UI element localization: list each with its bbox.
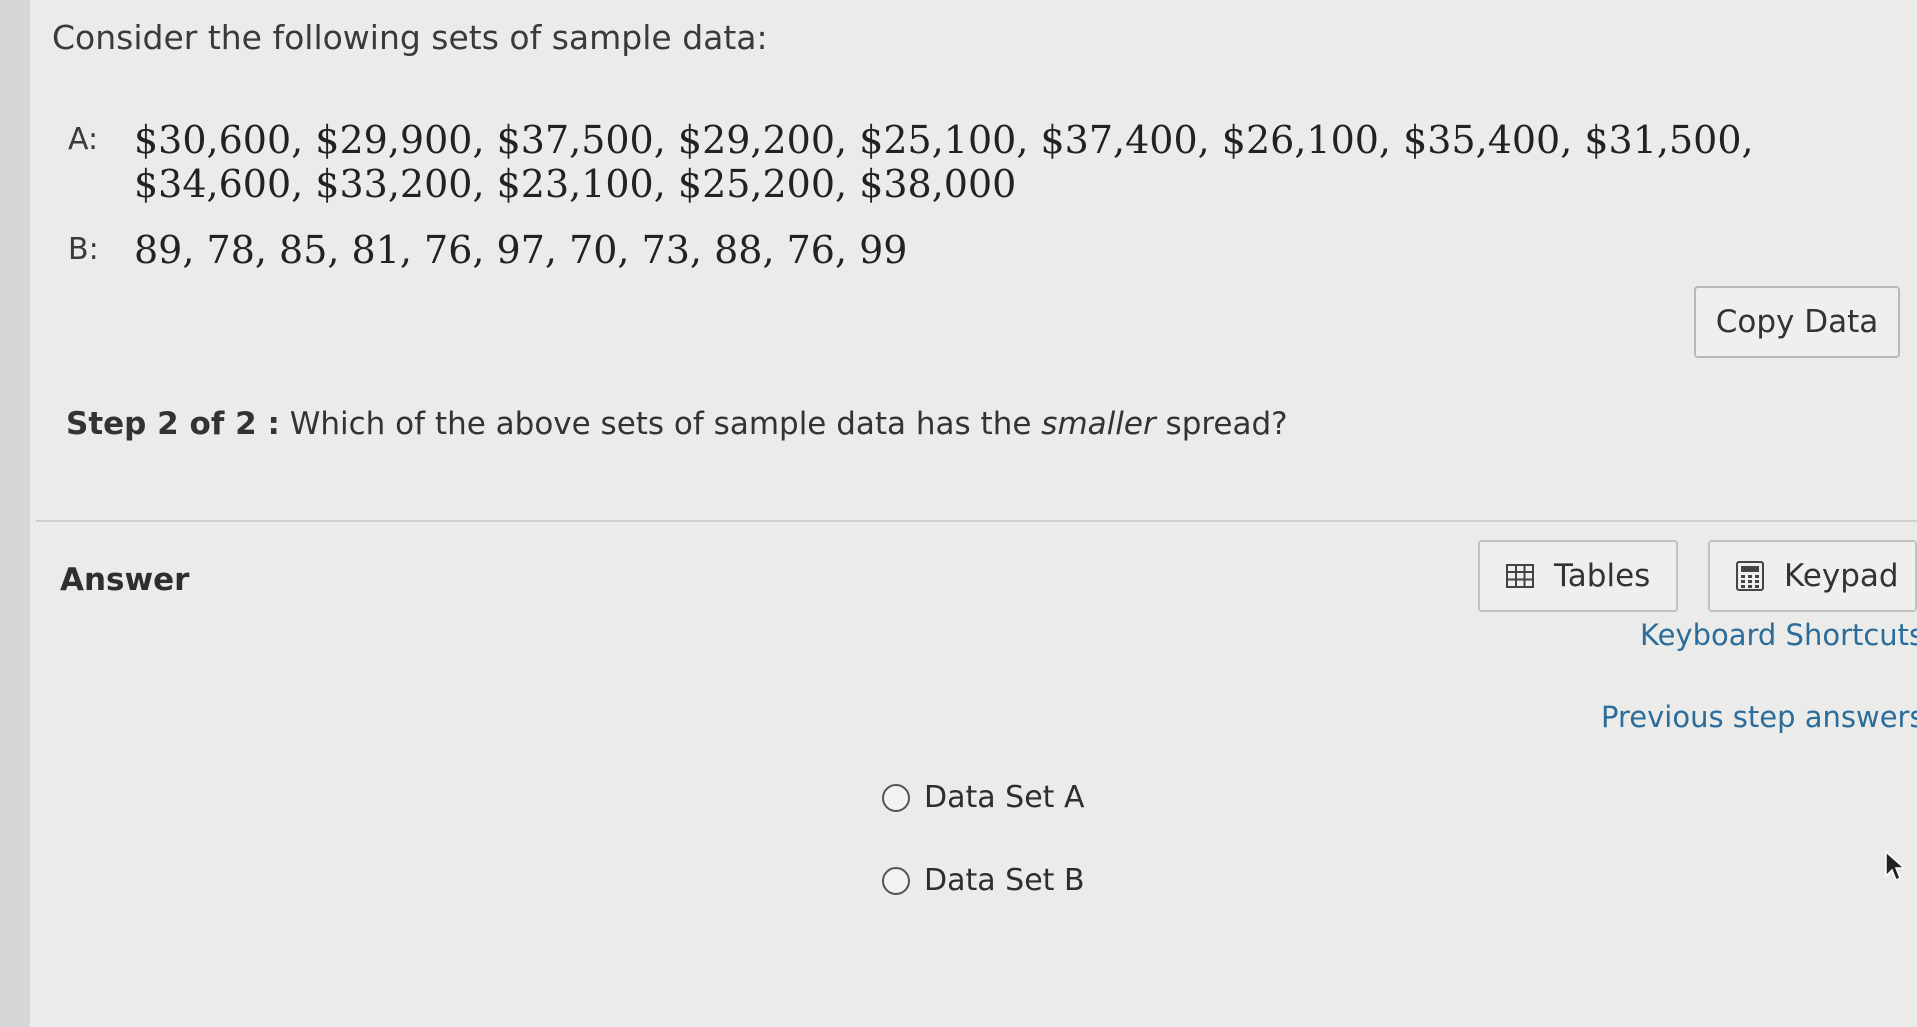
table-grid-icon	[1506, 564, 1534, 588]
radio-circle-icon[interactable]	[882, 783, 910, 812]
data-set-b-label: B:	[68, 232, 99, 267]
intro-text: Consider the following sets of sample da…	[52, 18, 768, 57]
data-set-b: B: 89, 78, 85, 81, 76, 97, 70, 73, 88, 7…	[68, 228, 1894, 272]
copy-data-button[interactable]: Copy Data	[1694, 286, 1900, 358]
data-set-b-values: 89, 78, 85, 81, 76, 97, 70, 73, 88, 76, …	[134, 228, 908, 272]
left-margin	[0, 0, 30, 1027]
data-set-a-values: $30,600, $29,900, $37,500, $29,200, $25,…	[134, 118, 1754, 206]
option-data-set-b[interactable]: Data Set B	[882, 863, 1085, 898]
step-number: Step 2 of 2 :	[66, 406, 280, 442]
step-question: Step 2 of 2 : Which of the above sets of…	[66, 406, 1288, 442]
mouse-pointer-icon	[1885, 850, 1906, 882]
radio-circle-icon[interactable]	[882, 866, 910, 895]
question-text-end: spread?	[1155, 406, 1288, 442]
keyboard-shortcuts-link[interactable]: Keyboard Shortcuts	[1640, 618, 1917, 652]
option-data-set-a[interactable]: Data Set A	[882, 780, 1085, 815]
question-emphasis: smaller	[1041, 406, 1156, 442]
data-set-a-label: A:	[68, 122, 99, 157]
data-set-a: A: $30,600, $29,900, $37,500, $29,200, $…	[68, 118, 1894, 206]
question-text-start: Which of the above sets of sample data h…	[289, 406, 1042, 442]
section-divider	[36, 520, 1917, 522]
tables-button[interactable]: Tables	[1478, 540, 1678, 612]
tables-label: Tables	[1554, 558, 1651, 594]
option-a-label: Data Set A	[924, 780, 1085, 815]
option-b-label: Data Set B	[924, 863, 1085, 898]
answer-heading: Answer	[60, 562, 190, 598]
previous-step-answers-link[interactable]: Previous step answers	[1601, 700, 1917, 734]
keypad-button[interactable]: Keypad	[1708, 540, 1917, 612]
calculator-icon	[1736, 561, 1764, 591]
keypad-label: Keypad	[1784, 558, 1899, 594]
